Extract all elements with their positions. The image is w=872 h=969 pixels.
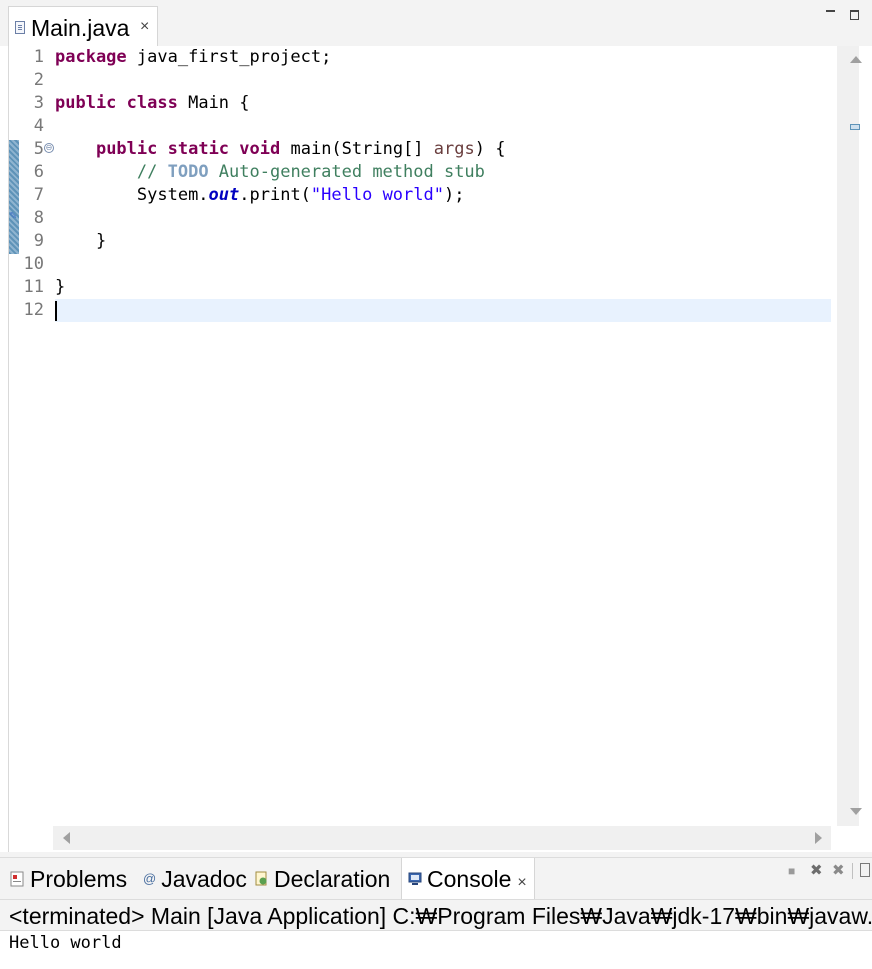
line-number: 11: [23, 277, 44, 297]
text-caret: [55, 301, 57, 321]
horizontal-scrollbar[interactable]: [53, 826, 831, 850]
code-line: package java_first_project;: [55, 47, 332, 67]
line-number: 5: [33, 139, 44, 159]
tab-javadoc[interactable]: @ Javadoc: [143, 858, 247, 900]
javadoc-icon: @: [143, 870, 157, 886]
code-line: // TODO Auto-generated method stub: [136, 162, 485, 182]
scroll-down-icon[interactable]: [850, 808, 862, 815]
line-number-gutter: ✎ 1 2 3 4 5 6 7 8 9 10 11 12 ⊖: [9, 46, 54, 826]
close-icon[interactable]: ×: [140, 17, 149, 37]
tab-label: Console: [427, 866, 512, 892]
task-marker-icon: ✎: [9, 211, 18, 222]
problems-icon: [10, 871, 24, 887]
line-number: 2: [33, 70, 44, 90]
remove-all-launches-icon[interactable]: ✖: [832, 862, 845, 880]
panel-tab-bar: Problems @ Javadoc Declaration Console ×: [0, 857, 872, 900]
console-process-status: <terminated> Main [Java Application] C:₩…: [9, 903, 872, 929]
java-file-icon: [15, 21, 25, 34]
console-output-area[interactable]: Hello world: [0, 931, 872, 969]
tab-label: Javadoc: [161, 866, 247, 892]
editor-tab-bar: Main.java ×: [0, 0, 872, 46]
line-number: 7: [33, 185, 44, 205]
line-number: 9: [33, 231, 44, 251]
maximize-icon[interactable]: [850, 10, 859, 20]
line-number: 8: [33, 208, 44, 228]
line-number: 3: [33, 93, 44, 113]
toolbar-separator: [852, 863, 853, 879]
editor-tab-label: Main.java: [31, 15, 130, 41]
line-number: 12: [23, 300, 44, 320]
remove-launch-icon[interactable]: ✖: [810, 862, 823, 880]
console-header: <terminated> Main [Java Application] C:₩…: [0, 899, 872, 931]
line-number: 10: [23, 254, 44, 274]
change-ruler-bar: [9, 140, 19, 254]
editor-tab-main-java[interactable]: Main.java ×: [8, 6, 158, 46]
line-number: 1: [33, 47, 44, 67]
line-number: 4: [33, 116, 44, 136]
current-line-highlight: [55, 299, 831, 322]
code-line: System.out.print("Hello world");: [136, 185, 465, 205]
overview-ruler-marker[interactable]: [850, 124, 860, 130]
tab-label: Problems: [30, 866, 128, 892]
scroll-right-icon[interactable]: [815, 832, 822, 844]
tab-label: Declaration: [274, 866, 391, 892]
fold-collapse-icon[interactable]: ⊖: [44, 143, 54, 153]
code-line: }: [55, 277, 66, 297]
minimize-icon[interactable]: [826, 10, 835, 12]
scroll-up-icon[interactable]: [850, 56, 862, 63]
tab-console[interactable]: Console ×: [401, 858, 535, 900]
tab-problems[interactable]: Problems: [10, 858, 127, 900]
console-toolbar: ■ ✖ ✖: [786, 862, 872, 882]
declaration-icon: [255, 871, 267, 886]
vertical-scrollbar[interactable]: [831, 46, 865, 826]
code-line: public class Main {: [55, 93, 250, 113]
code-editor[interactable]: ✎ 1 2 3 4 5 6 7 8 9 10 11 12 ⊖ package j…: [8, 46, 865, 852]
console-icon: [408, 872, 422, 885]
code-line: public static void main(String[] args) {: [95, 139, 506, 159]
console-output-text: Hello world: [9, 933, 122, 953]
tab-declaration[interactable]: Declaration: [255, 858, 390, 900]
scrollbar-track[interactable]: [837, 46, 862, 826]
stop-icon[interactable]: ■: [788, 862, 795, 880]
console-view-menu-icon[interactable]: [860, 863, 870, 877]
scroll-left-icon[interactable]: [63, 832, 70, 844]
line-number: 6: [33, 162, 44, 182]
code-line: }: [55, 231, 107, 251]
close-icon[interactable]: ×: [517, 874, 526, 891]
